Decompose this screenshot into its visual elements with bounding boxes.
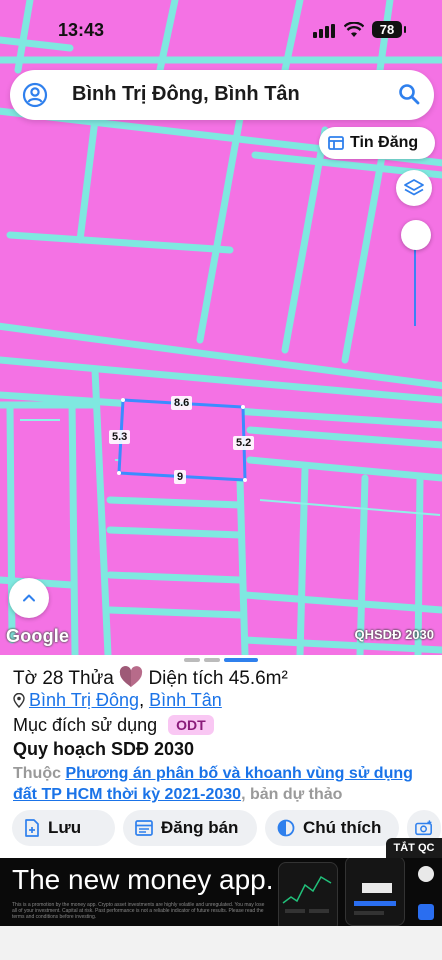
- layers-button[interactable]: [396, 170, 432, 206]
- parcel-title: Tờ 28 Thửa Diện tích 45.6m²: [13, 666, 288, 690]
- close-ad-button[interactable]: TẮT QC: [386, 838, 442, 858]
- battery-indicator: 78: [372, 21, 406, 38]
- chevron-up-icon: [23, 594, 35, 602]
- google-logo: Google: [6, 626, 70, 646]
- planning-layer-tag: QHSDĐ 2030: [354, 627, 434, 642]
- layers-icon: [404, 179, 424, 196]
- parcel-dimension-bottom: 9: [174, 470, 187, 484]
- parcel-dimension-left: 5.3: [109, 430, 131, 444]
- map-view[interactable]: 8.6 5.3 5.2 9 13:43 78 Bình Trị Đông, Bì…: [0, 0, 442, 655]
- parcel-dimension-top: 8.6: [171, 396, 193, 410]
- listings-button[interactable]: Tin Đăng: [319, 127, 435, 159]
- search-location-text[interactable]: Bình Trị Đông, Bình Tân: [72, 83, 300, 106]
- parcel-area: Diện tích 45.6m²: [148, 668, 288, 689]
- planning-source-suffix: , bản dự thảo: [241, 786, 343, 803]
- save-button-label: Lưu: [48, 818, 82, 837]
- sheet-page-indicator[interactable]: [184, 658, 258, 662]
- ad-banner[interactable]: The new money app. This is a promotion b…: [0, 858, 442, 926]
- legend-button[interactable]: Chú thích: [265, 810, 399, 846]
- selected-parcel: [117, 398, 247, 482]
- land-use-purpose: Mục đích sử dụng ODT: [13, 715, 214, 736]
- ad-fine-print: This is a promotion by the money app. Cr…: [12, 902, 265, 920]
- save-document-icon: [25, 819, 39, 837]
- parcel-dimension-right: 5.2: [233, 436, 255, 450]
- status-time: 13:43: [58, 20, 105, 40]
- opacity-slider-handle[interactable]: [401, 220, 431, 250]
- location-separator: ,: [139, 690, 145, 710]
- search-icon[interactable]: [398, 83, 420, 105]
- camera-plus-icon: [415, 820, 432, 836]
- search-bar[interactable]: Bình Trị Đông, Bình Tân: [10, 70, 434, 120]
- ad-headline[interactable]: The new money app.: [12, 864, 274, 896]
- planning-plan-link[interactable]: Phương án phân bố và khoanh vùng sử dụng…: [13, 765, 413, 803]
- ad-info-icon[interactable]: [418, 904, 434, 920]
- legend-button-label: Chú thích: [303, 818, 382, 837]
- parcel-info-sheet: Tờ 28 Thửa Diện tích 45.6m² Bình Trị Đôn…: [0, 655, 442, 858]
- post-for-sale-button[interactable]: Đăng bán: [123, 810, 257, 846]
- listings-button-label: Tin Đăng: [350, 134, 419, 151]
- parcel-location: Bình Trị Đông, Bình Tân: [13, 690, 222, 711]
- planning-heading: Quy hoạch SDĐ 2030: [13, 739, 195, 759]
- ad-phone-image: [278, 862, 338, 926]
- wifi-icon: [344, 22, 364, 37]
- district-link[interactable]: Bình Tân: [149, 690, 222, 710]
- save-button[interactable]: Lưu: [12, 810, 115, 846]
- heart-icon[interactable]: [119, 666, 143, 688]
- cellular-signal-icon: [313, 24, 335, 38]
- planning-source: Thuộc Phương án phân bố và khoanh vùng s…: [13, 763, 433, 805]
- post-for-sale-label: Đăng bán: [161, 818, 239, 837]
- land-use-label: Mục đích sử dụng: [13, 715, 158, 735]
- ad-coin-icon: [418, 866, 434, 882]
- listing-icon: [328, 136, 344, 150]
- status-bar: 13:43 78: [0, 0, 442, 60]
- parcel-number: Tờ 28 Thửa: [13, 668, 114, 689]
- ward-link[interactable]: Bình Trị Đông: [29, 690, 139, 710]
- user-profile-icon[interactable]: [22, 82, 48, 108]
- contrast-icon: [277, 819, 295, 837]
- expand-up-button[interactable]: [9, 578, 49, 618]
- land-use-badge[interactable]: ODT: [168, 715, 214, 735]
- action-bar: Lưu Đăng bán Chú thích: [12, 810, 441, 846]
- location-pin-icon: [13, 693, 25, 708]
- listing-icon: [135, 820, 153, 836]
- ad-phone-image: [345, 858, 405, 926]
- bottom-bar: [0, 926, 442, 960]
- planning-source-prefix: Thuộc: [13, 765, 61, 782]
